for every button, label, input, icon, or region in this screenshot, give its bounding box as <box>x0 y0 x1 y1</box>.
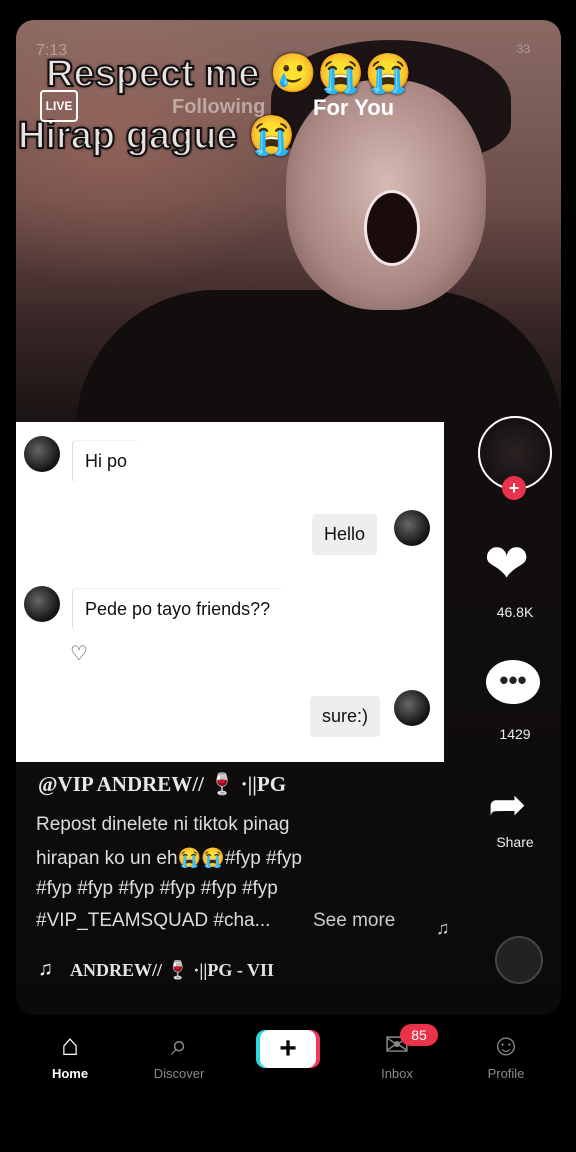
overlay-emojis-2: 😭 <box>247 114 296 158</box>
overlay-emojis-1: 🥲😭😭 <box>269 52 413 96</box>
post-username[interactable]: @VIP ANDREW// 🍷 ·||PG <box>38 772 286 797</box>
nav-profile-label: Profile <box>487 1066 525 1081</box>
caption-line-3: #fyp #fyp #fyp #fyp #fyp #fyp <box>36 878 278 899</box>
music-note-decoration-icon: ♫ <box>436 918 450 938</box>
music-disc-icon[interactable] <box>495 936 543 984</box>
like-count: 46.8K <box>496 604 534 620</box>
live-label: LIVE <box>45 99 73 113</box>
profile-icon: ☺ <box>490 1029 522 1062</box>
chat-screenshot-card: Hi po Hello Pede po tayo friends?? sure:… <box>16 422 444 762</box>
comment-count: 1429 <box>499 726 531 742</box>
share-label: Share <box>496 834 534 850</box>
search-icon: ⌕ <box>170 1029 188 1062</box>
share-arrow-icon[interactable]: ➦ <box>488 780 527 828</box>
chat-bubble-out-2: sure:) <box>310 696 381 737</box>
nav-profile[interactable]: ☺ Profile <box>456 1028 556 1081</box>
chat-bubble-in-1: Hi po <box>72 440 140 482</box>
nav-inbox-label: Inbox <box>381 1066 413 1081</box>
music-note-icon: ♫ <box>38 958 53 980</box>
like-heart-icon[interactable]: ❤ <box>484 534 529 594</box>
chat-avatar-self <box>394 690 430 726</box>
tab-for-you[interactable]: For You <box>313 95 394 121</box>
chat-avatar-self <box>394 510 430 546</box>
nav-discover-label: Discover <box>153 1066 205 1081</box>
nav-discover[interactable]: ⌕ Discover <box>129 1028 229 1081</box>
chat-bubble-in-2: Pede po tayo friends?? <box>72 588 283 630</box>
tab-following[interactable]: Following <box>172 96 265 119</box>
create-post-button[interactable]: + <box>256 1030 320 1068</box>
overlay-text-line1: Respect me 🥲😭😭 <box>45 52 413 96</box>
caption-line-2: hirapan ko un eh😭😭#fyp #fyp <box>36 848 302 869</box>
nav-home-label: Home <box>51 1066 89 1081</box>
home-icon: ⌂ <box>60 1029 80 1062</box>
nav-home[interactable]: ⌂ Home <box>20 1028 120 1081</box>
chat-avatar-other <box>24 436 60 472</box>
video-subject-mouth <box>364 190 420 266</box>
chat-avatar-other <box>24 586 60 622</box>
caption-line-1: Repost dinelete ni tiktok pinag <box>36 814 290 835</box>
chat-bubble-out-1: Hello <box>312 514 378 555</box>
status-battery: 33 <box>516 42 530 56</box>
plus-icon: + <box>260 1030 316 1068</box>
comment-icon[interactable]: ••• <box>486 660 540 704</box>
live-tv-icon[interactable]: LIVE <box>40 90 78 122</box>
see-more-link[interactable]: See more <box>313 910 395 932</box>
inbox-badge: 85 <box>400 1024 438 1046</box>
music-title[interactable]: ANDREW// 🍷 ·||PG - VII <box>70 960 274 981</box>
overlay-text-1: Respect me <box>45 52 260 96</box>
follow-plus-button[interactable]: + <box>502 476 526 500</box>
chat-heart-icon: ♡ <box>70 643 88 665</box>
